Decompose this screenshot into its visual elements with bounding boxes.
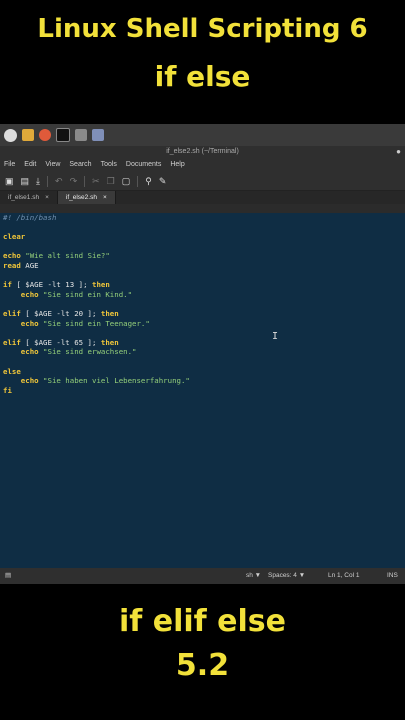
menu-documents[interactable]: Documents <box>126 158 161 172</box>
lesson-number: 5.2 <box>175 648 230 683</box>
code-token: [ $AGE -lt 65 ]; <box>20 337 101 347</box>
tab-label: if_else1.sh <box>8 194 40 201</box>
video-title: Linux Shell Scripting 6 <box>37 14 368 44</box>
undo-icon[interactable]: ↶ <box>55 176 63 187</box>
menu-help[interactable]: Help <box>170 158 184 172</box>
code-token: [ $AGE -lt 20 ]; <box>20 308 101 318</box>
taskbar <box>0 124 405 146</box>
spaces-select[interactable]: Spaces: 4 ▼ <box>268 568 305 584</box>
code-line: else <box>0 367 405 377</box>
code-line: echo "Sie sind ein Kind." <box>0 290 405 300</box>
tab-if-else1[interactable]: if_else1.sh × <box>0 191 58 204</box>
code-token: "Wie alt sind Sie?" <box>25 251 110 261</box>
cut-icon[interactable]: ✂ <box>92 176 100 187</box>
code-line: echo "Sie sind erwachsen." <box>0 347 405 357</box>
open-file-icon[interactable]: ▤ <box>21 176 30 187</box>
video-subtitle: if else <box>154 60 251 93</box>
toolbar-divider <box>137 175 139 187</box>
code-token: read <box>3 260 26 270</box>
code-token: then <box>100 308 119 318</box>
code-token: fi <box>3 385 12 395</box>
code-token: AGE <box>25 260 39 270</box>
code-line: fi <box>0 386 405 396</box>
code-line: echo "Sie sind ein Teenager." <box>0 319 405 329</box>
toolbar: ▣ ▤ ⤓ ↶ ↷ ✂ ❐ ▢ ⚲ ✎ <box>0 172 405 191</box>
code-token: echo <box>3 376 44 386</box>
code-token: "Sie sind ein Teenager." <box>43 318 150 328</box>
sidebar-toggle-icon[interactable]: ▤ <box>5 568 11 584</box>
code-line: if [ $AGE -lt 13 ]; then <box>0 280 405 290</box>
tab-label: if_else2.sh <box>65 194 97 201</box>
code-token: "Sie sind ein Kind." <box>43 289 133 299</box>
lesson-topic: if elif else <box>118 604 287 639</box>
code-token: clear <box>3 232 26 242</box>
terminal-icon[interactable] <box>56 128 70 142</box>
replace-icon[interactable]: ✎ <box>159 176 167 187</box>
clock-icon[interactable] <box>39 129 51 141</box>
toolbar-divider <box>84 175 86 187</box>
settings-icon[interactable] <box>75 129 87 141</box>
cursor-position[interactable]: Ln 1, Col 1 <box>328 568 359 584</box>
menubar: File Edit View Search Tools Documents He… <box>0 158 405 172</box>
insert-mode: INS <box>387 572 398 579</box>
code-token: then <box>92 280 110 290</box>
code-line: elif [ $AGE -lt 65 ]; then <box>0 338 405 348</box>
code-line: elif [ $AGE -lt 20 ]; then <box>0 309 405 319</box>
code-line: read AGE <box>0 261 405 271</box>
code-token: echo <box>3 318 44 328</box>
tab-close-icon[interactable]: × <box>45 191 49 204</box>
code-line: clear <box>0 232 405 242</box>
menu-search[interactable]: Search <box>69 158 91 172</box>
code-token: echo <box>3 289 44 299</box>
code-token: "Sie sind erwachsen." <box>43 347 137 357</box>
redo-icon[interactable]: ↷ <box>70 176 78 187</box>
tab-close-icon[interactable]: × <box>103 191 107 204</box>
menu-icon[interactable] <box>4 128 17 142</box>
save-icon[interactable]: ⤓ <box>36 176 40 187</box>
code-token: else <box>3 366 21 376</box>
new-file-icon[interactable]: ▣ <box>5 176 14 187</box>
code-token: elif <box>3 337 21 347</box>
language-select[interactable]: sh ▼ <box>246 568 261 584</box>
menu-edit[interactable]: Edit <box>24 158 36 172</box>
screen: if_else2.sh (~/Terminal) ● File Edit Vie… <box>0 124 405 584</box>
close-window-icon[interactable]: ● <box>396 146 401 158</box>
menu-file[interactable]: File <box>4 158 15 172</box>
folder-icon[interactable] <box>22 129 34 141</box>
code-line: echo "Wie alt sind Sie?" <box>0 251 405 261</box>
code-line: echo "Sie haben viel Lebenserfahrung." <box>0 376 405 386</box>
toolbar-divider <box>47 175 49 187</box>
window-titlebar: if_else2.sh (~/Terminal) ● <box>0 146 405 158</box>
code-editor[interactable]: #! /bin/bash clear echo "Wie alt sind Si… <box>0 213 405 568</box>
statusbar: ▤ sh ▼ Spaces: 4 ▼ Ln 1, Col 1 INS <box>0 568 405 584</box>
code-token: echo <box>3 251 26 261</box>
window-title: if_else2.sh (~/Terminal) <box>166 148 239 155</box>
editor-icon[interactable] <box>92 129 104 141</box>
menu-view[interactable]: View <box>45 158 60 172</box>
code-token: [ $AGE -lt 13 ]; <box>11 280 92 290</box>
search-icon[interactable]: ⚲ <box>145 176 152 187</box>
copy-icon[interactable]: ❐ <box>107 176 115 187</box>
code-line: #! /bin/bash <box>0 213 405 223</box>
text-cursor-icon: I <box>272 331 279 342</box>
code-token: then <box>100 337 119 347</box>
paste-icon[interactable]: ▢ <box>122 176 131 187</box>
shebang: #! /bin/bash <box>3 213 57 222</box>
tab-bar: if_else1.sh × if_else2.sh × <box>0 191 405 204</box>
code-token: "Sie haben viel Lebenserfahrung." <box>43 376 190 386</box>
menu-tools[interactable]: Tools <box>101 158 117 172</box>
tab-if-else2[interactable]: if_else2.sh × <box>57 191 116 204</box>
code-token: echo <box>3 347 44 357</box>
code-token: if <box>3 280 12 290</box>
code-token: elif <box>3 308 21 318</box>
